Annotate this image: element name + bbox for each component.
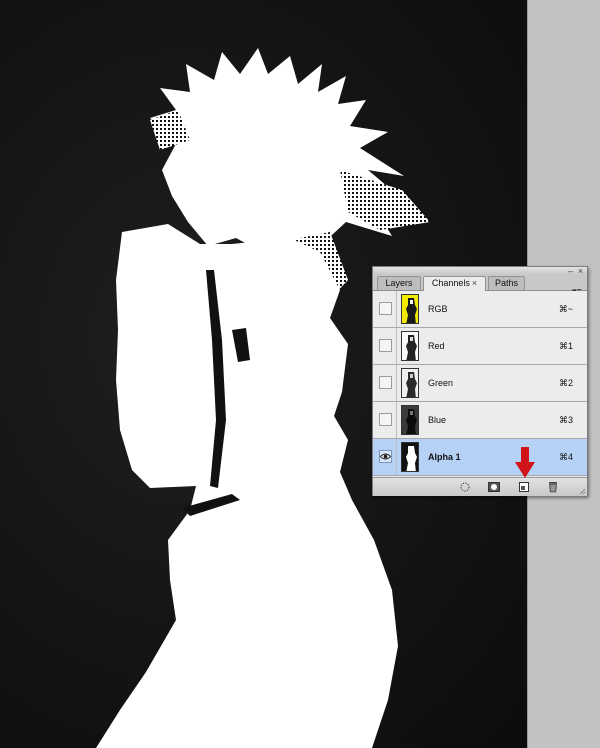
row-divider (396, 439, 397, 475)
tab-channels[interactable]: Channels × (423, 276, 486, 291)
resize-grip-icon[interactable] (579, 488, 586, 495)
row-divider (396, 402, 397, 438)
channel-thumbnail (401, 405, 419, 435)
channel-thumbnail (401, 294, 419, 324)
close-icon[interactable]: × (576, 267, 585, 276)
channel-name: Red (428, 341, 445, 351)
channel-thumbnail (401, 368, 419, 398)
new-channel-icon[interactable] (516, 481, 532, 493)
channel-name: RGB (428, 304, 448, 314)
channel-shortcut: ⌘2 (558, 378, 573, 388)
tab-paths[interactable]: Paths (488, 276, 525, 290)
channel-name: Alpha 1 (428, 452, 461, 462)
channel-row-rgb[interactable]: RGB ⌘~ (373, 291, 587, 328)
tab-close-icon[interactable]: × (472, 278, 477, 288)
visibility-toggle[interactable] (379, 413, 392, 426)
channel-name: Blue (428, 415, 447, 425)
channel-shortcut: ⌘1 (558, 341, 573, 351)
tab-label: Layers (385, 278, 413, 288)
panel-titlebar[interactable]: – × (373, 267, 587, 276)
channel-thumbnail (401, 331, 419, 361)
arrow-down-icon (515, 447, 535, 478)
tab-label: Paths (494, 278, 518, 288)
minimize-icon[interactable]: – (566, 267, 575, 276)
visibility-toggle[interactable] (379, 376, 392, 389)
channel-shortcut: ⌘4 (558, 452, 573, 462)
channel-shortcut: ⌘3 (558, 415, 573, 425)
tab-label: Channels (431, 278, 470, 288)
visibility-toggle[interactable] (379, 339, 392, 352)
channel-name: Green (428, 378, 454, 388)
eye-icon (380, 453, 391, 460)
tab-layers[interactable]: Layers (377, 276, 421, 290)
visibility-toggle[interactable] (379, 450, 392, 463)
channel-row-alpha-1[interactable]: Alpha 1 ⌘4 (373, 439, 587, 476)
channel-list: RGB ⌘~ Red ⌘1 Green ⌘2 Blue ⌘3 Alpha 1 ⌘… (373, 291, 587, 477)
row-divider (396, 365, 397, 401)
channel-thumbnail (401, 442, 419, 472)
panel-tabbar: Layers Channels× Paths ▾≡ (373, 275, 587, 296)
row-divider (396, 291, 397, 327)
channel-row-blue[interactable]: Blue ⌘3 (373, 402, 587, 439)
panel-footer (373, 477, 587, 496)
channel-shortcut: ⌘~ (558, 304, 573, 314)
channel-row-green[interactable]: Green ⌘2 (373, 365, 587, 402)
channel-row-red[interactable]: Red ⌘1 (373, 328, 587, 365)
save-selection-icon[interactable] (486, 481, 502, 493)
row-divider (396, 328, 397, 364)
visibility-toggle[interactable] (379, 302, 392, 315)
load-selection-icon[interactable] (457, 481, 473, 493)
channels-panel: – × Layers Channels× Paths ▾≡ RGB ⌘~ (372, 266, 588, 496)
trash-icon[interactable] (545, 481, 561, 493)
